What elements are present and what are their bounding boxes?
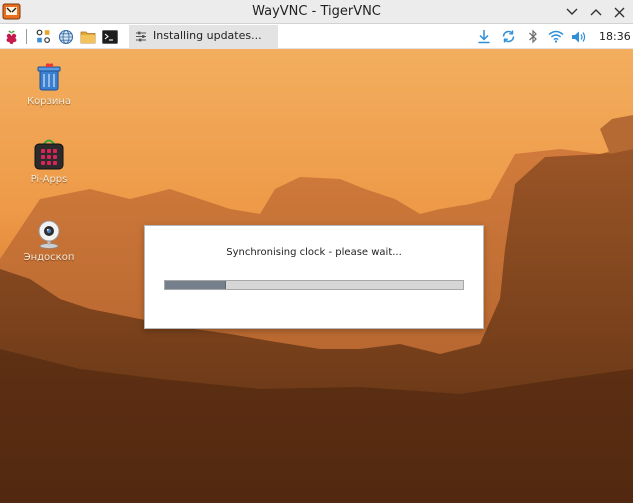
desktop-icon-label: Эндоскоп: [23, 252, 75, 263]
task-label: Installing updates...: [153, 29, 262, 42]
vnc-window: WayVNC - TigerVNC Installing updates... …: [0, 0, 633, 503]
wifi-tray-button[interactable]: [547, 28, 564, 45]
window-title: WayVNC - TigerVNC: [252, 4, 381, 19]
desktop-icon-label: Корзина: [26, 96, 72, 107]
desktop-icon-label: Pi-Apps: [30, 174, 68, 185]
terminal-button[interactable]: [101, 28, 118, 45]
sync-tray-button[interactable]: [500, 28, 517, 45]
app-grid-button[interactable]: [35, 28, 52, 45]
settings-sliders-icon: [136, 31, 146, 42]
dialog-message: Synchronising clock - please wait...: [226, 247, 402, 258]
bluetooth-tray-button[interactable]: [524, 28, 541, 45]
terminal-icon: [101, 29, 118, 44]
taskbar: Installing updates... 18:36: [0, 24, 633, 49]
webcam-icon: [38, 220, 60, 249]
taskbar-task-installing-updates[interactable]: Installing updates...: [129, 25, 278, 48]
close-icon: [614, 7, 624, 17]
sync-clock-dialog: Synchronising clock - please wait...: [144, 225, 484, 329]
updates-tray-button[interactable]: [475, 28, 492, 45]
trash-icon: [37, 63, 61, 91]
taskbar-clock[interactable]: 18:36: [599, 30, 631, 43]
pi-apps-icon: [34, 139, 64, 170]
web-browser-button[interactable]: [57, 28, 74, 45]
volume-icon: [571, 31, 585, 42]
progress-bar-fill: [165, 281, 226, 289]
chevron-up-icon: [590, 9, 602, 16]
minimize-button[interactable]: [563, 3, 581, 21]
window-titlebar[interactable]: WayVNC - TigerVNC: [0, 0, 633, 24]
close-button[interactable]: [610, 3, 628, 21]
desktop-icon-pi-apps[interactable]: Pi-Apps: [14, 137, 84, 185]
maximize-button[interactable]: [587, 3, 605, 21]
volume-tray-button[interactable]: [570, 28, 587, 45]
chevron-down-icon: [566, 8, 578, 15]
globe-icon: [58, 29, 73, 44]
app-grid-icon: [36, 29, 51, 44]
desktop-icon-trash[interactable]: Корзина: [14, 61, 84, 107]
taskbar-separator: [26, 29, 27, 44]
sync-icon: [502, 30, 515, 43]
bluetooth-icon: [528, 29, 537, 44]
wifi-icon: [548, 30, 563, 43]
raspberry-icon: [6, 30, 17, 44]
folder-icon: [80, 31, 95, 43]
progress-bar: [164, 280, 464, 290]
raspberry-menu-button[interactable]: [3, 28, 20, 45]
desktop-icon-endoscope[interactable]: Эндоскоп: [14, 219, 84, 263]
download-icon: [478, 30, 489, 44]
file-manager-button[interactable]: [79, 28, 96, 45]
